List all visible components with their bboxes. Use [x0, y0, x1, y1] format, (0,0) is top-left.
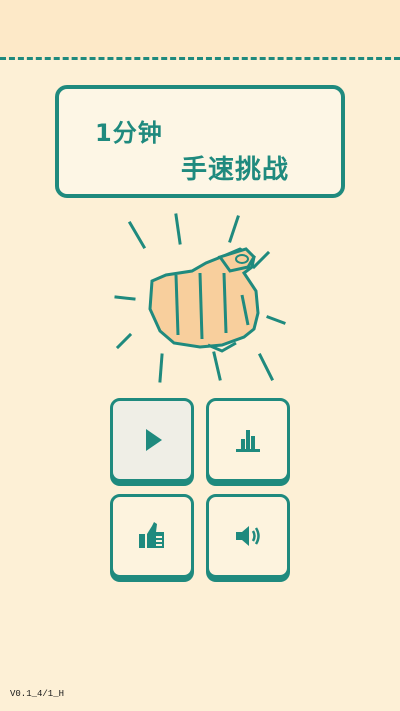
title-line-1: 1分钟: [95, 119, 163, 147]
pointing-hand-icon: [114, 213, 286, 383]
play-button[interactable]: [110, 398, 194, 482]
bar-chart-icon: [236, 430, 260, 452]
top-bar: [0, 0, 400, 60]
play-icon: [146, 429, 162, 451]
leaderboard-button[interactable]: [206, 398, 290, 482]
sound-button[interactable]: [206, 494, 290, 578]
thumbs-up-icon: [139, 522, 164, 548]
like-button[interactable]: [110, 494, 194, 578]
speaker-icon: [236, 526, 260, 546]
version-label: V0.1_4/1_H: [10, 689, 65, 699]
title-line-2: 手速挑战: [181, 155, 290, 185]
title-panel: 1分钟 手速挑战: [55, 85, 345, 198]
